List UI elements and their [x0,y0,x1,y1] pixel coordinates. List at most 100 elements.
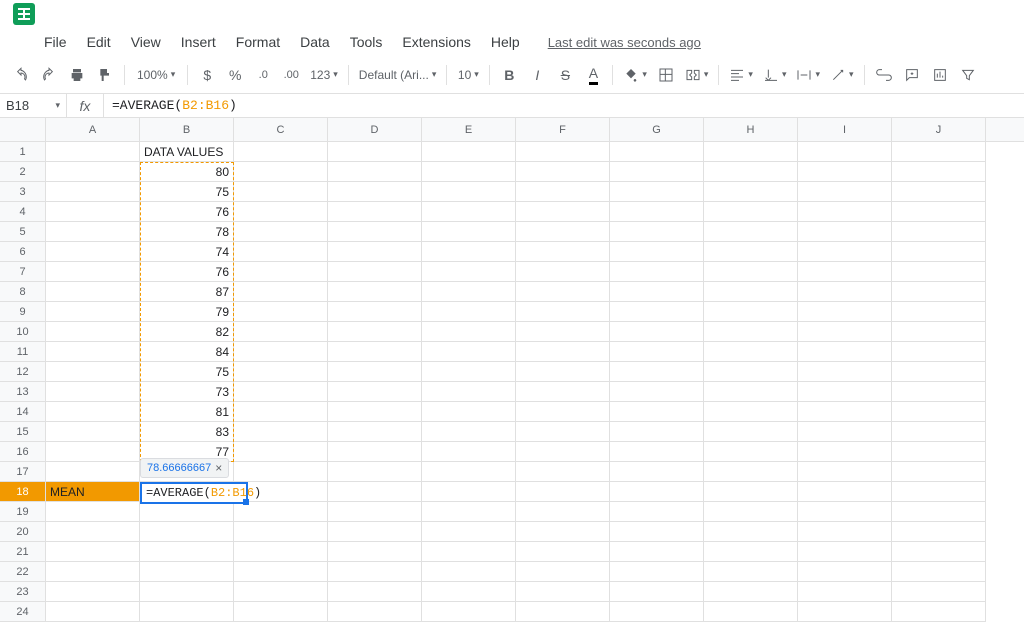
strikethrough-button[interactable]: S [552,62,578,88]
fill-color-button[interactable] [619,62,651,88]
cell[interactable]: MEAN [46,482,140,502]
cell[interactable] [892,182,986,202]
cell[interactable] [798,282,892,302]
cell[interactable] [422,362,516,382]
col-header-H[interactable]: H [704,118,798,141]
cell[interactable] [234,222,328,242]
cell[interactable] [516,302,610,322]
cell[interactable] [798,322,892,342]
cell[interactable] [234,262,328,282]
cell[interactable] [234,442,328,462]
col-header-I[interactable]: I [798,118,892,141]
print-button[interactable] [64,62,90,88]
paint-format-button[interactable] [92,62,118,88]
cell[interactable] [140,602,234,622]
cell[interactable] [422,422,516,442]
cell[interactable] [798,202,892,222]
cell[interactable] [892,602,986,622]
cell[interactable] [798,222,892,242]
row-header[interactable]: 9 [0,302,46,322]
cell[interactable] [328,282,422,302]
cell[interactable] [46,322,140,342]
cell[interactable] [46,142,140,162]
row-header[interactable]: 19 [0,502,46,522]
redo-button[interactable] [36,62,62,88]
cell[interactable]: 84 [140,342,234,362]
cell[interactable] [798,522,892,542]
active-cell-editor[interactable]: =AVERAGE(B2:B16) [140,482,248,504]
cell[interactable] [328,342,422,362]
cell[interactable] [328,582,422,602]
cell[interactable] [704,202,798,222]
cell[interactable] [140,542,234,562]
cell[interactable] [328,422,422,442]
cell[interactable] [892,202,986,222]
cell[interactable] [140,522,234,542]
cell[interactable] [516,542,610,562]
cell[interactable] [892,442,986,462]
cell[interactable] [704,142,798,162]
cell[interactable] [234,582,328,602]
cell[interactable] [422,302,516,322]
cell[interactable]: 79 [140,302,234,322]
cell[interactable] [46,242,140,262]
cell[interactable] [422,582,516,602]
col-header-J[interactable]: J [892,118,986,141]
cell[interactable]: 74 [140,242,234,262]
cell[interactable] [610,382,704,402]
cell[interactable] [328,442,422,462]
cell[interactable] [516,242,610,262]
cell[interactable] [892,582,986,602]
cell[interactable] [610,362,704,382]
cell[interactable] [610,342,704,362]
cell[interactable] [234,162,328,182]
cell[interactable] [234,302,328,322]
menu-data[interactable]: Data [292,30,338,54]
cell[interactable] [798,582,892,602]
filter-button[interactable] [955,62,981,88]
row-header[interactable]: 17 [0,462,46,482]
cell[interactable] [516,362,610,382]
cell[interactable] [610,202,704,222]
cell[interactable]: 73 [140,382,234,402]
cell[interactable] [704,342,798,362]
cell[interactable] [798,302,892,322]
increase-decimal-button[interactable]: .00 [278,62,304,88]
cell[interactable]: DATA VALUES [140,142,234,162]
cell[interactable] [328,502,422,522]
cell[interactable] [704,462,798,482]
cell[interactable] [892,562,986,582]
cell[interactable] [422,602,516,622]
cell[interactable] [46,382,140,402]
cell[interactable] [422,262,516,282]
cell[interactable] [234,142,328,162]
cell[interactable] [516,422,610,442]
cell[interactable] [610,442,704,462]
menu-view[interactable]: View [123,30,169,54]
cell[interactable] [46,302,140,322]
cell[interactable]: 75 [140,362,234,382]
row-header[interactable]: 21 [0,542,46,562]
cell[interactable] [422,542,516,562]
row-header[interactable]: 24 [0,602,46,622]
cell[interactable] [798,362,892,382]
cell[interactable] [422,442,516,462]
cell[interactable] [704,422,798,442]
row-header[interactable]: 18 [0,482,46,502]
cell[interactable]: 83 [140,422,234,442]
cell[interactable] [422,382,516,402]
cell[interactable] [704,602,798,622]
cell[interactable] [234,522,328,542]
cell[interactable] [46,582,140,602]
cell[interactable] [46,442,140,462]
row-header[interactable]: 1 [0,142,46,162]
row-header[interactable]: 15 [0,422,46,442]
row-header[interactable]: 5 [0,222,46,242]
cell[interactable] [46,562,140,582]
cell[interactable] [46,542,140,562]
cell[interactable] [422,522,516,542]
font-select[interactable]: Default (Ari... [355,62,441,88]
row-header[interactable]: 2 [0,162,46,182]
cell[interactable] [234,602,328,622]
row-header[interactable]: 3 [0,182,46,202]
